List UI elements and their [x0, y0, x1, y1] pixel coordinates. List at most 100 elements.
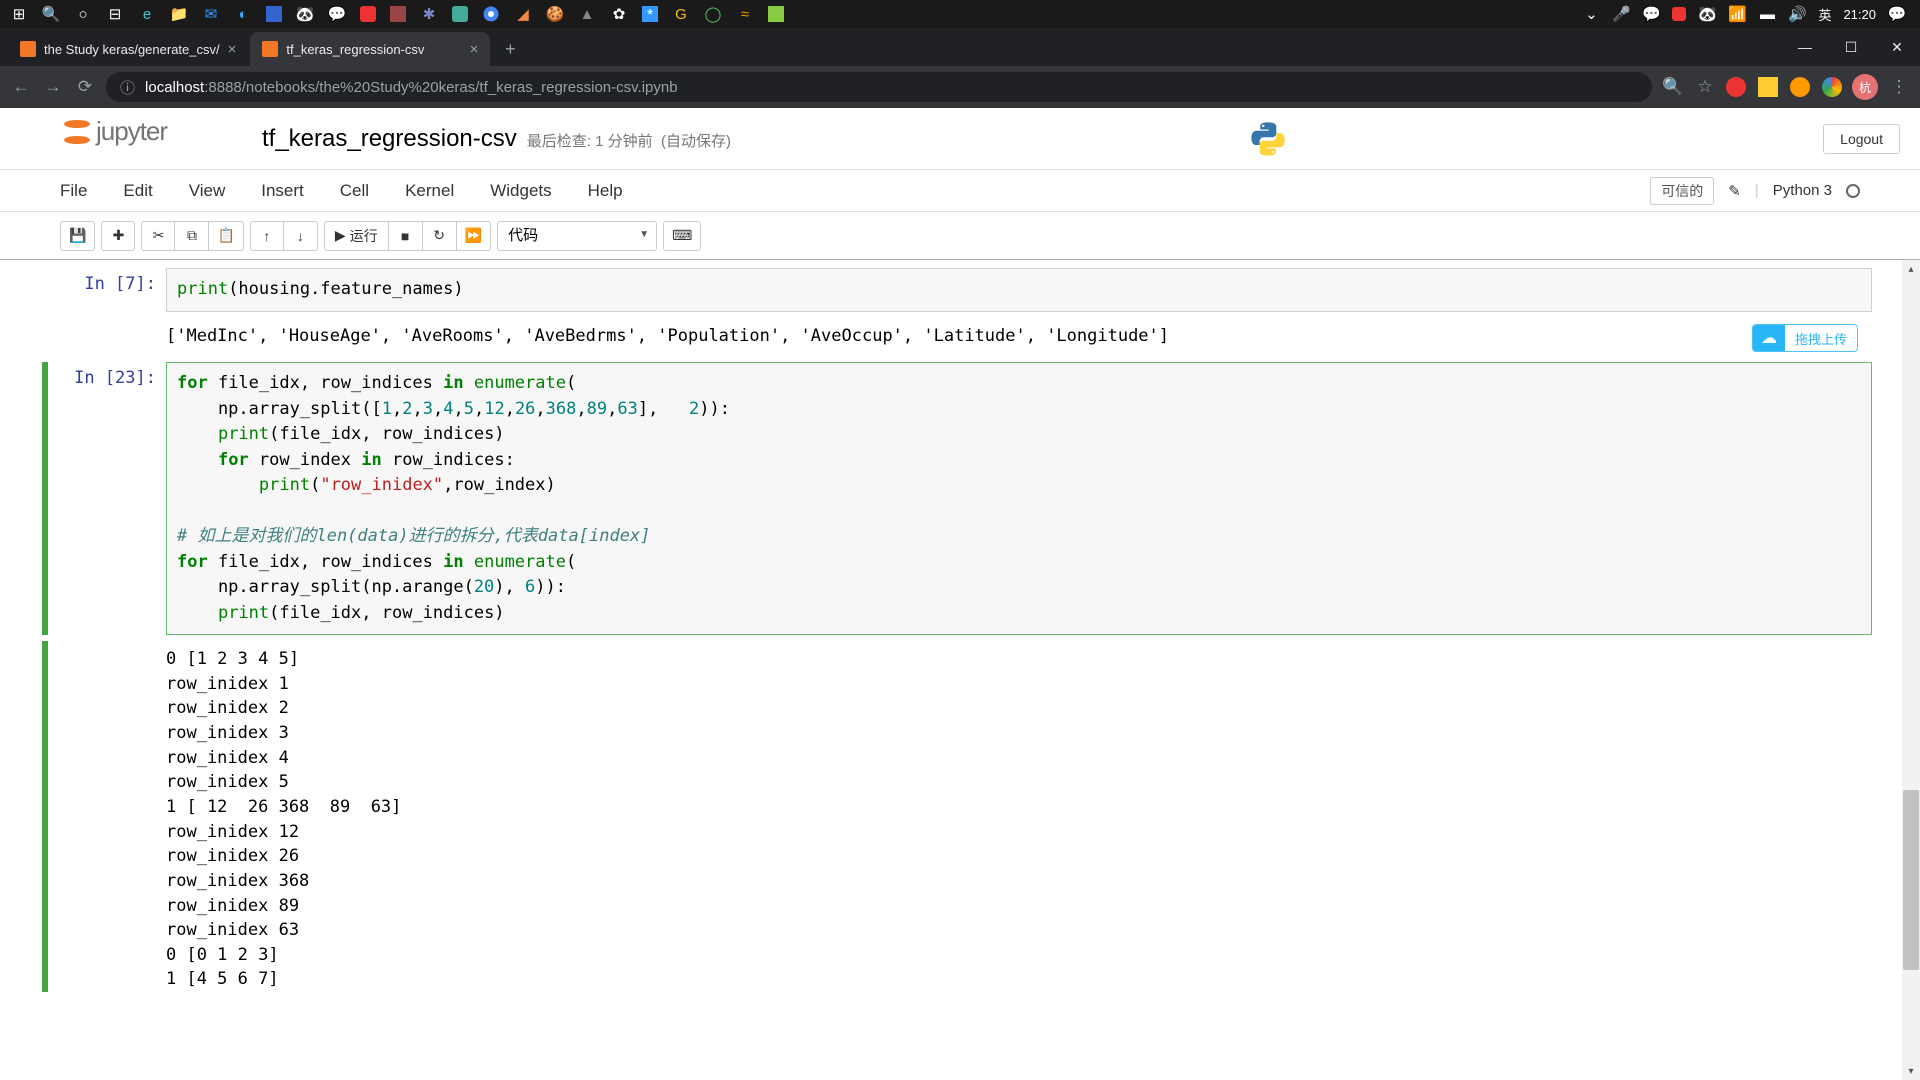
code-input[interactable]: print(housing.feature_names) — [166, 268, 1872, 312]
app-icon[interactable]: ≈ — [736, 5, 754, 23]
start-icon[interactable]: ⊞ — [10, 5, 28, 23]
app-icon[interactable]: ◢ — [514, 5, 532, 23]
clock[interactable]: 21:20 — [1843, 7, 1876, 22]
wechat-icon[interactable]: 💬 — [328, 5, 346, 23]
menu-edit[interactable]: Edit — [123, 181, 152, 201]
code-input[interactable]: for file_idx, row_indices in enumerate( … — [166, 362, 1872, 635]
volume-icon[interactable]: 🔊 — [1788, 5, 1806, 23]
taskview-icon[interactable]: ⊟ — [106, 5, 124, 23]
stop-button[interactable]: ■ — [389, 221, 423, 251]
command-palette-button[interactable]: ⌨ — [663, 221, 701, 251]
save-button[interactable]: 💾 — [60, 221, 95, 251]
cortana-icon[interactable]: ○ — [74, 5, 92, 23]
info-icon[interactable]: ⓘ — [120, 77, 135, 98]
browser-tab-active[interactable]: tf_keras_regression-csv × — [250, 32, 490, 66]
close-window-icon[interactable]: ✕ — [1874, 28, 1920, 66]
run-button[interactable]: ▶运行 — [324, 221, 389, 251]
app-icon[interactable]: ✱ — [420, 5, 438, 23]
extension-icon[interactable] — [1822, 77, 1842, 97]
checkpoint-status: 最后检查: 1 分钟前 (自动保存) — [527, 130, 731, 151]
search-icon[interactable]: 🔍 — [42, 5, 60, 23]
add-cell-button[interactable]: ✚ — [101, 221, 135, 251]
edit-icon[interactable]: ✎ — [1728, 182, 1741, 200]
logout-button[interactable]: Logout — [1823, 124, 1900, 154]
app-icon[interactable] — [768, 6, 784, 22]
jupyter-logo[interactable]: jupyter — [62, 116, 167, 147]
extension-icon[interactable] — [1726, 77, 1746, 97]
new-tab-button[interactable]: + — [496, 35, 524, 63]
kernel-status-icon — [1846, 184, 1860, 198]
cut-button[interactable]: ✂ — [141, 221, 175, 251]
app-icon[interactable] — [452, 6, 468, 22]
kernel-name[interactable]: Python 3 — [1773, 182, 1832, 199]
reload-icon[interactable]: ⟳ — [74, 76, 96, 98]
maximize-icon[interactable]: ☐ — [1828, 28, 1874, 66]
app-icon[interactable]: G — [672, 5, 690, 23]
app-icon[interactable] — [360, 6, 376, 22]
close-icon[interactable]: × — [228, 41, 237, 58]
mic-icon[interactable]: 🎤 — [1612, 5, 1630, 23]
notebook-name[interactable]: tf_keras_regression-csv — [262, 125, 517, 153]
code-cell[interactable]: In [7]: print(housing.feature_names) — [48, 268, 1872, 312]
jupyter-favicon-icon — [20, 41, 36, 57]
app-icon[interactable]: ▲ — [578, 5, 596, 23]
tray-icon[interactable] — [1672, 7, 1686, 21]
app-icon[interactable] — [390, 6, 406, 22]
move-down-button[interactable]: ↓ — [284, 221, 318, 251]
wechat-tray-icon[interactable]: 💬 — [1642, 5, 1660, 23]
app-icon[interactable]: 🍪 — [546, 5, 564, 23]
cell-type-select[interactable]: 代码 — [497, 221, 657, 251]
code-cell-selected[interactable]: In [23]: for file_idx, row_indices in en… — [42, 362, 1872, 635]
wifi-icon[interactable]: 📶 — [1728, 5, 1746, 23]
jupyter-page: jupyter tf_keras_regression-csv 最后检查: 1 … — [0, 108, 1920, 1080]
battery-icon[interactable]: ▬ — [1758, 5, 1776, 23]
scroll-thumb[interactable] — [1903, 790, 1919, 970]
explorer-icon[interactable]: 📁 — [170, 5, 188, 23]
app-icon[interactable]: 🐼 — [296, 5, 314, 23]
app-icon[interactable]: ◯ — [704, 5, 722, 23]
menu-file[interactable]: File — [60, 181, 87, 201]
restart-button[interactable]: ↻ — [423, 221, 457, 251]
mail-icon[interactable]: ✉ — [202, 5, 220, 23]
upload-badge[interactable]: ☁ 拖拽上传 — [1752, 324, 1858, 352]
menu-help[interactable]: Help — [588, 181, 623, 201]
forward-icon[interactable]: → — [42, 76, 64, 98]
copy-button[interactable]: ⧉ — [175, 221, 209, 251]
chrome-icon[interactable] — [482, 5, 500, 23]
menu-widgets[interactable]: Widgets — [490, 181, 551, 201]
fast-forward-button[interactable]: ⏩ — [457, 221, 491, 251]
jupyter-favicon-icon — [262, 41, 278, 57]
menu-insert[interactable]: Insert — [261, 181, 304, 201]
bookmark-icon[interactable]: ☆ — [1694, 76, 1716, 98]
app-icon[interactable] — [266, 6, 282, 22]
profile-icon[interactable]: 杭 — [1852, 74, 1878, 100]
paste-button[interactable]: 📋 — [209, 221, 243, 251]
menu-icon[interactable]: ⋮ — [1888, 76, 1910, 98]
menu-kernel[interactable]: Kernel — [405, 181, 454, 201]
app-icon[interactable]: ✿ — [610, 5, 628, 23]
notifications-icon[interactable]: 💬 — [1888, 5, 1906, 23]
url-input[interactable]: ⓘ localhost:8888/notebooks/the%20Study%2… — [106, 72, 1652, 102]
app-icon[interactable]: ◐ — [234, 5, 252, 23]
tray-expand-icon[interactable]: ⌄ — [1582, 5, 1600, 23]
browser-tab[interactable]: the Study keras/generate_csv/ × — [8, 32, 248, 66]
close-icon[interactable]: × — [470, 41, 479, 58]
tray-icon[interactable]: 🐼 — [1698, 5, 1716, 23]
output-cell: 0 [1 2 3 4 5] row_inidex 1 row_inidex 2 … — [42, 641, 1872, 992]
scroll-down-icon[interactable]: ▾ — [1902, 1062, 1920, 1080]
app-icon[interactable]: * — [642, 6, 658, 22]
zoom-icon[interactable]: 🔍 — [1662, 76, 1684, 98]
cell-prompt: In [23]: — [48, 362, 166, 635]
ime-indicator[interactable]: 英 — [1818, 5, 1831, 24]
extension-icon[interactable] — [1790, 77, 1810, 97]
trusted-indicator[interactable]: 可信的 — [1650, 177, 1714, 205]
scroll-up-icon[interactable]: ▴ — [1902, 260, 1920, 278]
menu-view[interactable]: View — [189, 181, 226, 201]
scrollbar[interactable]: ▴ ▾ — [1902, 260, 1920, 1080]
back-icon[interactable]: ← — [10, 76, 32, 98]
extension-icon[interactable] — [1758, 77, 1778, 97]
edge-icon[interactable]: e — [138, 5, 156, 23]
menu-cell[interactable]: Cell — [340, 181, 369, 201]
minimize-icon[interactable]: — — [1782, 28, 1828, 66]
move-up-button[interactable]: ↑ — [250, 221, 284, 251]
